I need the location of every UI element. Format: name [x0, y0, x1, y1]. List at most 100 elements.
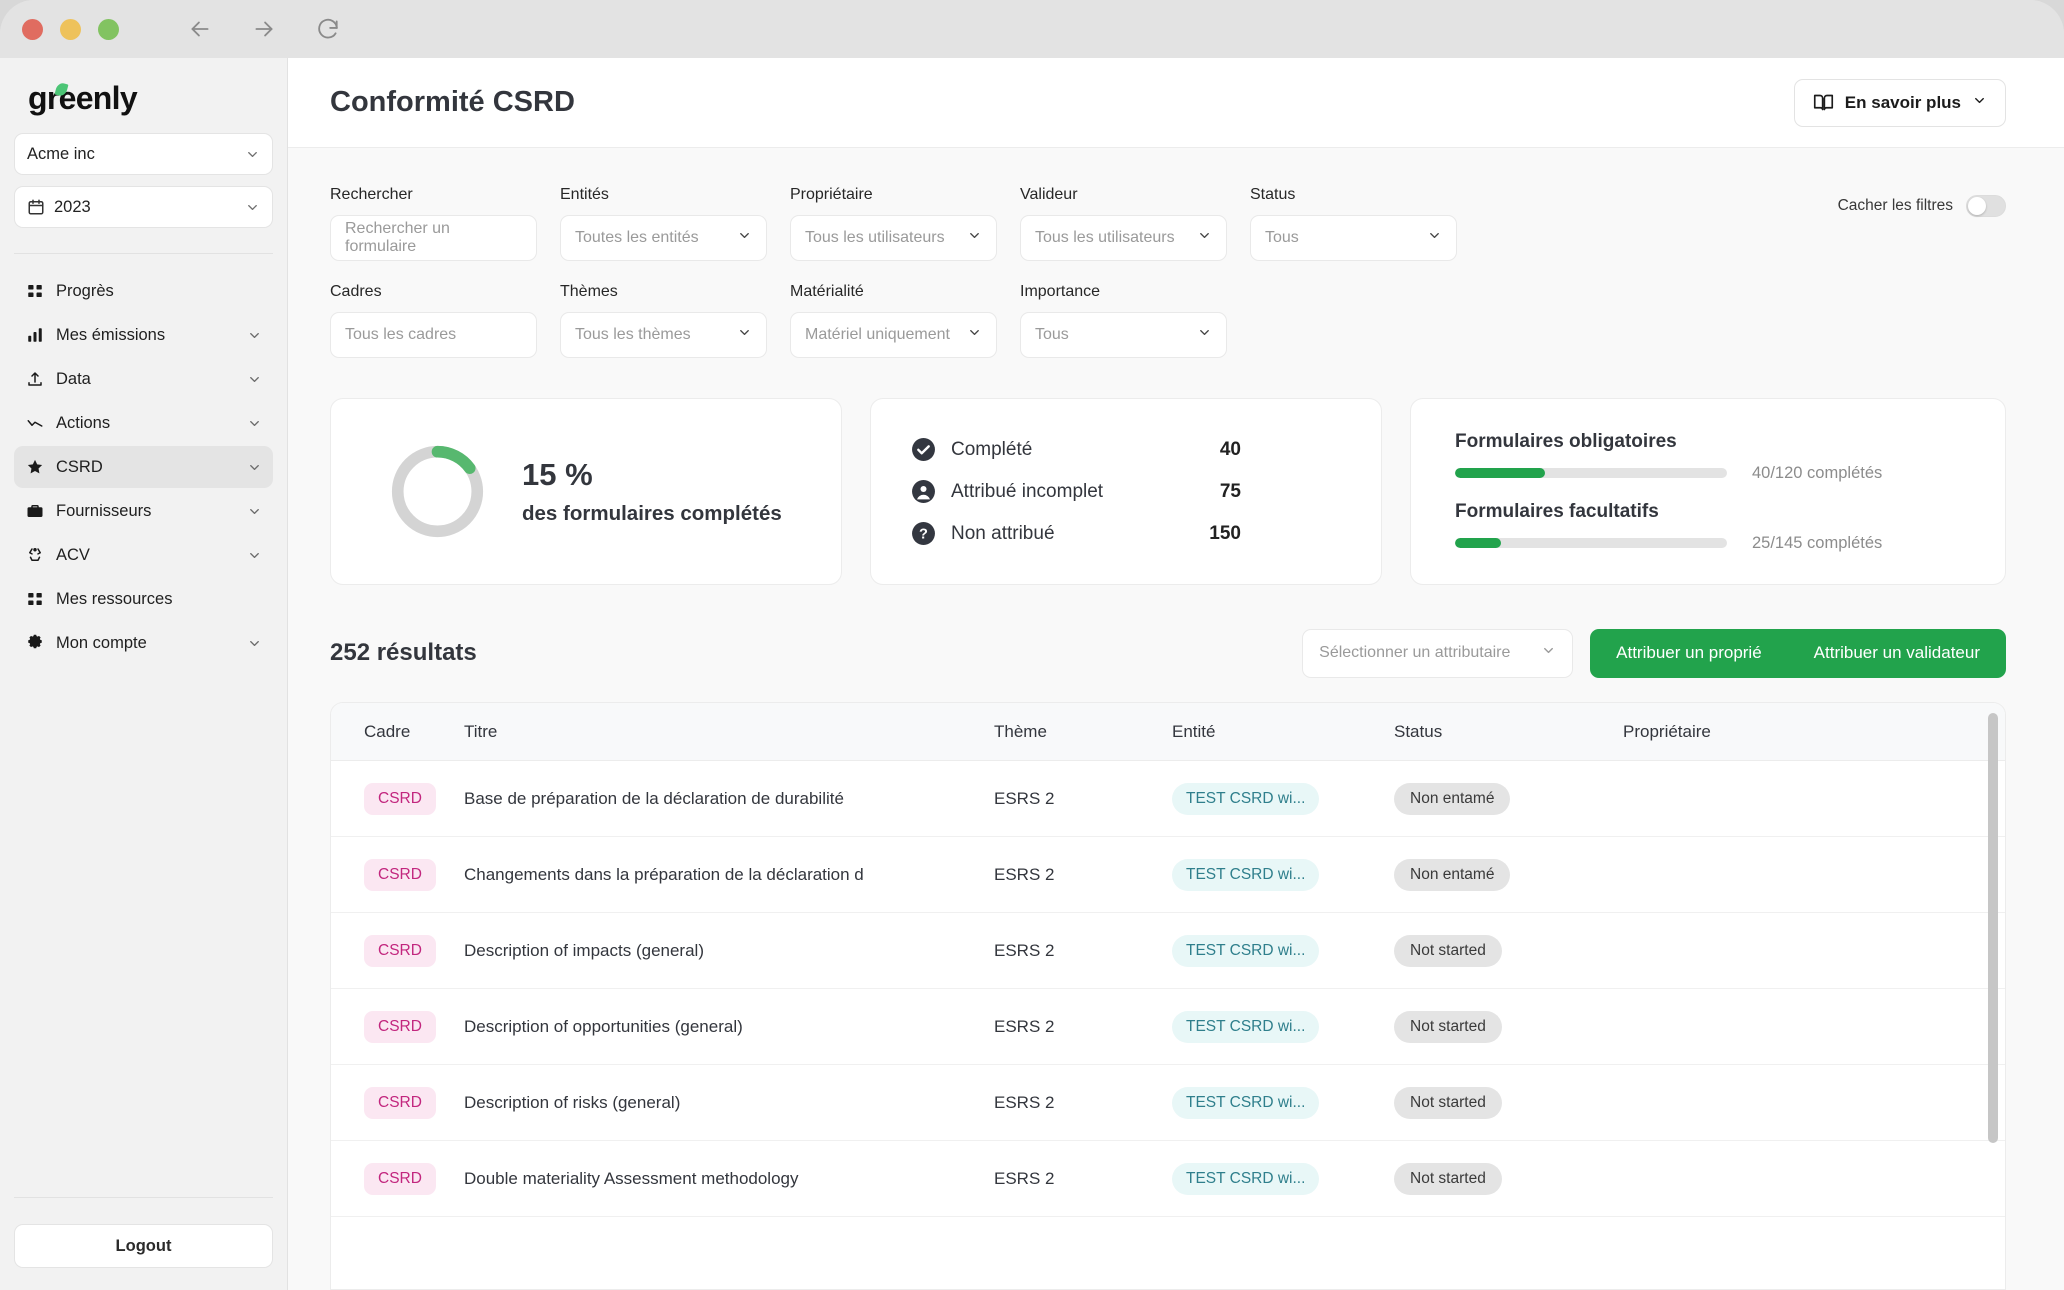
sidebar-item-label: Mes émissions	[56, 325, 166, 344]
cell-titre: Description of risks (general)	[464, 1092, 681, 1112]
close-window-button[interactable]	[22, 18, 43, 40]
sidebar-item-mes-ressources[interactable]: Mes ressources	[14, 578, 273, 620]
validator-select[interactable]: Tous les utilisateurs	[1020, 215, 1227, 261]
filter-label: Propriétaire	[790, 186, 873, 203]
column-header-theme: Thème	[994, 721, 1047, 741]
cell-titre: Base de préparation de la déclaration de…	[464, 788, 844, 808]
briefcase-icon	[25, 501, 45, 521]
cell-status: Non entamé	[1394, 858, 1623, 891]
filter-label: Valideur	[1020, 186, 1078, 203]
sidebar-item-progres[interactable]: Progrès	[14, 270, 273, 312]
logout-button[interactable]: Logout	[14, 1224, 273, 1268]
column-header-proprietaire: Propriétaire	[1623, 721, 1711, 741]
title-bar	[0, 0, 2064, 58]
app-body: greenly Acme inc 2023 Progrès Mes émissi…	[0, 58, 2064, 1290]
cell-status: Not started	[1394, 1086, 1623, 1119]
progress-track	[1455, 468, 1727, 478]
hide-filters-control[interactable]: Cacher les filtres	[1838, 195, 2006, 217]
materiality-select[interactable]: Matériel uniquement	[790, 312, 997, 358]
cell-entite: TEST CSRD wi...	[1172, 782, 1394, 815]
table-row[interactable]: CSRD Description of impacts (general) ESRS…	[331, 913, 2005, 989]
minimize-window-button[interactable]	[60, 18, 81, 40]
status-list: Complété 40 Attribué incomplet 75 ? Non …	[911, 437, 1381, 546]
entity-chip: TEST CSRD wi...	[1172, 934, 1320, 967]
sidebar-footer-divider	[14, 1197, 273, 1198]
chevron-down-icon	[247, 328, 262, 343]
assign-validator-button[interactable]: Attribuer un validateur	[1788, 629, 2006, 678]
sidebar-item-mon-compte[interactable]: Mon compte	[14, 622, 273, 664]
sidebar-footer: Logout	[14, 1197, 273, 1290]
svg-text:?: ?	[919, 527, 928, 543]
forms-table: Cadre Titre Thème Entité Status Propriét…	[330, 702, 2006, 1290]
table-scrollbar[interactable]	[1988, 713, 1998, 1143]
upload-icon	[25, 369, 45, 389]
sidebar-nav: Progrès Mes émissions Data Actions CSRD …	[14, 270, 273, 664]
reload-icon[interactable]	[315, 16, 341, 42]
greenly-logo: greenly	[28, 80, 138, 117]
donut-caption: des formulaires complétés	[522, 502, 782, 525]
grid-icon	[25, 589, 45, 609]
table-row[interactable]: CSRD Description of risks (general) ESRS 2…	[331, 1065, 2005, 1141]
learn-more-button[interactable]: En savoir plus	[1793, 78, 2006, 127]
sidebar-item-acv[interactable]: ACV	[14, 534, 273, 576]
sidebar-item-label: ACV	[56, 545, 90, 564]
gear-icon	[25, 633, 45, 653]
cadre-badge: CSRD	[364, 1162, 436, 1195]
cadre-badge: CSRD	[364, 1086, 436, 1119]
status-row-unassigned: ? Non attribué 150	[911, 521, 1241, 546]
table-body: CSRD Base de préparation de la déclaratio…	[331, 761, 2005, 1217]
assignee-select[interactable]: Sélectionner un attributaire	[1302, 628, 1574, 678]
hide-filters-label: Cacher les filtres	[1837, 197, 1953, 214]
themes-select[interactable]: Tous les thèmes	[560, 312, 767, 358]
sidebar-item-actions[interactable]: Actions	[14, 402, 273, 444]
main-content: Conformité CSRD En savoir plus Cacher le…	[288, 58, 2064, 1290]
cadre-badge: CSRD	[364, 934, 436, 967]
cell-theme: ESRS 2	[994, 1168, 1055, 1188]
importance-select[interactable]: Tous	[1020, 312, 1227, 358]
filter-value: Tous	[1265, 229, 1299, 246]
frameworks-input[interactable]: Tous les cadres	[330, 312, 537, 358]
hide-filters-toggle[interactable]	[1966, 195, 2006, 217]
sidebar-item-data[interactable]: Data	[14, 358, 273, 400]
company-selector[interactable]: Acme inc	[14, 133, 273, 175]
page-header: Conformité CSRD En savoir plus	[288, 58, 2064, 148]
chevron-down-icon	[247, 504, 262, 519]
forward-arrow-icon[interactable]	[251, 16, 277, 42]
zoom-window-button[interactable]	[98, 18, 119, 40]
cell-entite: TEST CSRD wi...	[1172, 858, 1394, 891]
filter-label: Entités	[560, 186, 609, 203]
entity-chip: TEST CSRD wi...	[1172, 1086, 1320, 1119]
table-row[interactable]: CSRD Base de préparation de la déclaratio…	[331, 761, 2005, 837]
filter-value: Tous les thèmes	[575, 326, 691, 343]
table-row[interactable]: CSRD Description of opportunities (genera…	[331, 989, 2005, 1065]
sidebar-item-csrd[interactable]: CSRD	[14, 446, 273, 488]
recycle-icon	[25, 545, 45, 565]
table-row[interactable]: CSRD Double materiality Assessment method…	[331, 1141, 2005, 1217]
owner-select[interactable]: Tous les utilisateurs	[790, 215, 997, 261]
entities-select[interactable]: Toutes les entités	[560, 215, 767, 261]
cell-cadre: CSRD	[331, 934, 464, 967]
assign-owner-button[interactable]: Attribuer un proprié	[1590, 629, 1788, 678]
back-arrow-icon[interactable]	[187, 16, 213, 42]
chevron-down-icon	[1541, 643, 1556, 663]
table-row[interactable]: CSRD Changements dans la préparation de l…	[331, 837, 2005, 913]
assignee-select-value: Sélectionner un attributaire	[1319, 644, 1511, 661]
chevron-down-icon	[737, 325, 752, 345]
search-input[interactable]: Rechercher un formulaire	[330, 215, 537, 261]
filter-value: Matériel uniquement	[805, 326, 950, 343]
cell-titre: Description of opportunities (general)	[464, 1016, 743, 1036]
year-selector[interactable]: 2023	[14, 186, 273, 228]
sidebar-item-fournisseurs[interactable]: Fournisseurs	[14, 490, 273, 532]
filters-section: Cacher les filtres Rechercher Rechercher…	[330, 186, 2006, 380]
traffic-lights	[22, 18, 119, 40]
progress-title: Formulaires facultatifs	[1455, 500, 1659, 522]
sidebar-item-mes-emissions[interactable]: Mes émissions	[14, 314, 273, 356]
chevron-down-icon	[247, 416, 262, 431]
filter-label: Cadres	[330, 283, 382, 300]
status-row-assigned-incomplete: Attribué incomplet 75	[911, 479, 1241, 504]
filter-row-2: Cadres Tous les cadres Thèmes Tous les t…	[330, 283, 2006, 358]
grid-icon	[25, 281, 45, 301]
status-select[interactable]: Tous	[1250, 215, 1457, 261]
results-toolbar: 252 résultats Sélectionner un attributai…	[330, 627, 2006, 679]
cell-entite: TEST CSRD wi...	[1172, 1086, 1394, 1119]
